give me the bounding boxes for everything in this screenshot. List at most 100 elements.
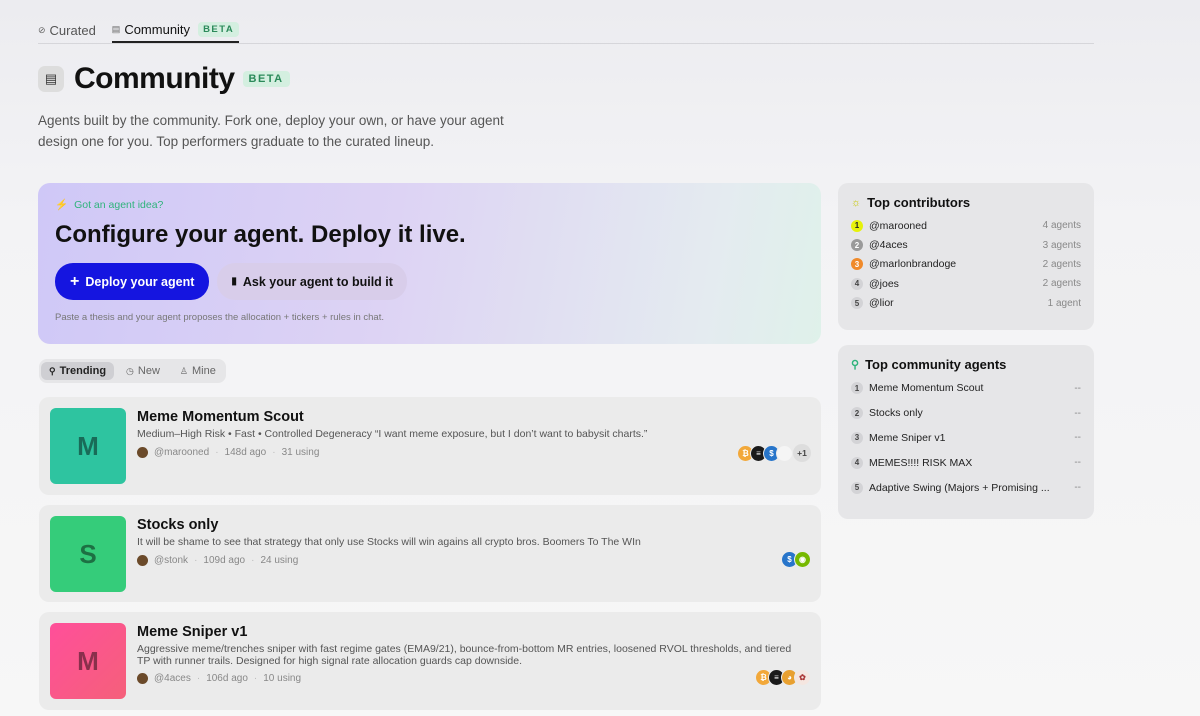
agent-card[interactable]: M Meme Momentum Scout Medium–High Risk •… [39,397,821,495]
nvidia-token-icon: ◉ [794,551,811,568]
top-agent-name: Stocks only [869,407,923,420]
rank-badge: 1 [851,219,863,232]
bulb-icon: ☼ [851,196,862,209]
document-icon: ▤ [38,66,64,92]
agent-card[interactable]: M Meme Sniper v1 Aggressive meme/trenche… [39,612,821,710]
trending-icon: ⚲ [851,359,860,371]
agent-using-count: 10 using [263,673,302,684]
rank-badge: 5 [851,481,863,494]
agent-age: 148d ago [224,447,267,458]
meta-separator: · [253,673,258,684]
dog-token-icon: ✿ [794,669,811,686]
top-agent-row[interactable]: 4 MEMES!!!! RISK MAX -- [851,450,1081,475]
contributor-count: 2 agents [1042,258,1081,270]
contributor-row[interactable]: 1 @marooned 4 agents [851,216,1081,235]
contributor-row[interactable]: 3 @marlonbrandoge 2 agents [851,255,1081,274]
more-tokens-badge: +1 [793,444,811,462]
deploy-agent-button[interactable]: + Deploy your agent [55,263,210,300]
top-agent-name: Adaptive Swing (Majors + Promising ... [869,481,1050,494]
tab-curated[interactable]: ⊘ Curated [38,18,96,43]
contributor-name: @marlonbrandoge [869,258,957,271]
agent-thumbnail-letter: M [77,645,99,676]
ask-agent-button[interactable]: ▮ Ask your agent to build it [217,263,407,300]
hero-eyebrow-text: Got an agent idea? [74,198,164,211]
rank-badge: 4 [851,277,863,290]
agent-description: It will be shame to see that strategy th… [137,536,641,548]
agent-author[interactable]: @stonk [154,555,188,566]
hero-hint: Paste a thesis and your agent proposes t… [55,312,384,323]
author-avatar [137,555,148,566]
top-agent-row[interactable]: 5 Adaptive Swing (Majors + Promising ...… [851,475,1081,500]
top-agent-row[interactable]: 1 Meme Momentum Scout -- [851,376,1081,401]
agent-using-count: 24 using [260,555,299,566]
agent-age: 109d ago [203,555,246,566]
hero-title: Configure your agent. Deploy it live. [55,221,466,248]
top-tabs: ⊘ Curated ▤ Community BETA [38,18,1094,44]
agent-age: 106d ago [206,673,248,684]
contributor-name: @joes [869,277,899,290]
agent-thumbnail: S [50,516,126,592]
list-icon: ▤ [111,24,121,34]
filter-trending[interactable]: ⚲ Trending [41,362,115,380]
contributors-title-text: Top contributors [867,195,971,210]
check-circle-icon: ⊘ [38,25,46,35]
agent-meta: @4aces · 106d ago · 10 using [137,673,301,684]
agent-author[interactable]: @marooned [154,447,209,458]
author-avatar [137,673,148,684]
top-agent-row[interactable]: 3 Meme Sniper v1 -- [851,426,1081,451]
tab-curated-label: Curated [49,23,96,38]
top-agents-title: ⚲ Top community agents [851,357,1081,372]
page-header: ▤ Community BETA [38,62,290,96]
agent-thumbnail-letter: S [79,538,97,569]
page-description: Agents built by the community. Fork one,… [38,113,504,149]
meta-separator: · [215,447,219,458]
meta-separator: · [251,555,255,566]
contributor-count: 3 agents [1042,239,1081,251]
token-icons: $ ◉ [781,551,811,568]
contributor-name: @4aces [869,239,908,252]
agent-description: Medium–High Risk • Fast • Controlled Deg… [137,428,648,440]
tab-community[interactable]: ▤ Community BETA [111,18,240,43]
clock-icon: ◷ [126,365,134,376]
top-agent-value: -- [1074,457,1081,469]
rank-badge: 5 [851,297,863,310]
agent-title: Stocks only [137,517,219,533]
contributor-row[interactable]: 4 @joes 2 agents [851,274,1081,293]
filter-new-label: New [137,365,160,377]
ask-agent-label: Ask your agent to build it [242,274,393,289]
top-contributors-panel: ☼ Top contributors 1 @marooned 4 agents … [838,183,1094,330]
agent-meta: @stonk · 109d ago · 24 using [137,555,298,566]
top-agent-name: Meme Sniper v1 [869,431,946,444]
filter-mine[interactable]: ♙ Mine [172,362,224,380]
sort-filter: ⚲ Trending ◷ New ♙ Mine [39,359,226,383]
contributor-name: @marooned [869,219,927,232]
deploy-hero-card: ⚡ Got an agent idea? Configure your agen… [38,183,821,344]
contributors-title: ☼ Top contributors [851,195,1081,210]
contributor-row[interactable]: 5 @lior 1 agent [851,294,1081,313]
beta-badge: BETA [198,22,240,37]
agent-author[interactable]: @4aces [154,673,191,684]
agent-thumbnail-letter: M [77,430,99,461]
hero-eyebrow: ⚡ Got an agent idea? [55,198,804,212]
page-beta-badge: BETA [242,71,290,87]
top-agent-row[interactable]: 2 Stocks only -- [851,401,1081,426]
token-icons: ₿ ≡ ◕ ✿ [755,669,811,686]
rank-badge: 2 [851,239,863,252]
top-agent-name: Meme Momentum Scout [869,382,984,395]
meta-separator: · [272,447,276,458]
filter-new[interactable]: ◷ New [118,362,168,380]
rank-badge: 3 [851,258,863,271]
author-avatar [137,447,148,458]
top-agent-value: -- [1074,432,1081,444]
trending-icon: ⚲ [49,365,56,376]
agent-meta: @marooned · 148d ago · 31 using [137,447,319,458]
tab-community-label: Community [124,22,191,37]
rank-badge: 4 [851,456,863,469]
top-agent-value: -- [1074,382,1081,394]
contributor-row[interactable]: 2 @4aces 3 agents [851,235,1081,254]
agent-card[interactable]: S Stocks only It will be shame to see th… [39,505,821,602]
top-agents-panel: ⚲ Top community agents 1 Meme Momentum S… [838,345,1094,519]
sparkle-icon: ⚡ [55,199,69,211]
top-agents-title-text: Top community agents [865,357,1007,372]
token-icons: ₿ ≡ $ +1 [737,444,811,462]
